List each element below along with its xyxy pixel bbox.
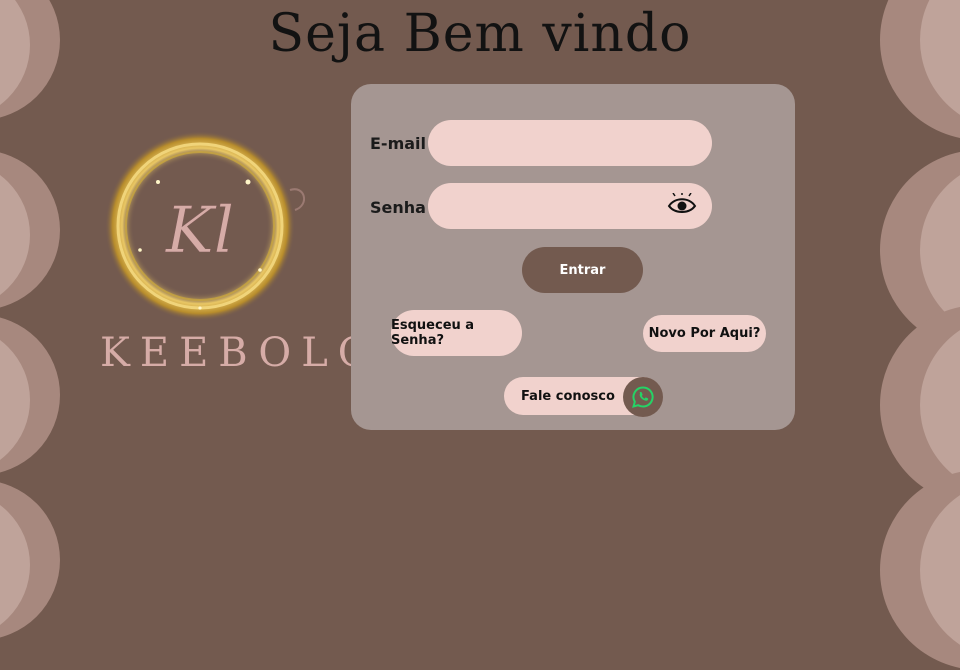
login-panel: E-mail Senha Entrar Esqueceu a Senha? No… bbox=[351, 84, 795, 430]
brand-logo: Kl KEEBOLOS bbox=[100, 130, 418, 390]
whatsapp-button[interactable] bbox=[623, 377, 663, 417]
gold-ring-logo-icon: Kl bbox=[105, 131, 305, 320]
eye-icon[interactable] bbox=[666, 192, 698, 217]
page-title: Seja Bem vindo bbox=[268, 4, 692, 64]
new-user-button[interactable]: Novo Por Aqui? bbox=[643, 315, 766, 352]
email-field[interactable] bbox=[428, 120, 712, 166]
brand-name: KEEBOLOS bbox=[100, 330, 418, 376]
password-label: Senha bbox=[370, 198, 426, 217]
enter-button[interactable]: Entrar bbox=[522, 247, 643, 293]
logo-monogram: Kl bbox=[165, 194, 234, 268]
email-label: E-mail bbox=[370, 134, 427, 153]
whatsapp-icon bbox=[632, 386, 654, 408]
forgot-password-button[interactable]: Esqueceu a Senha? bbox=[391, 310, 522, 356]
